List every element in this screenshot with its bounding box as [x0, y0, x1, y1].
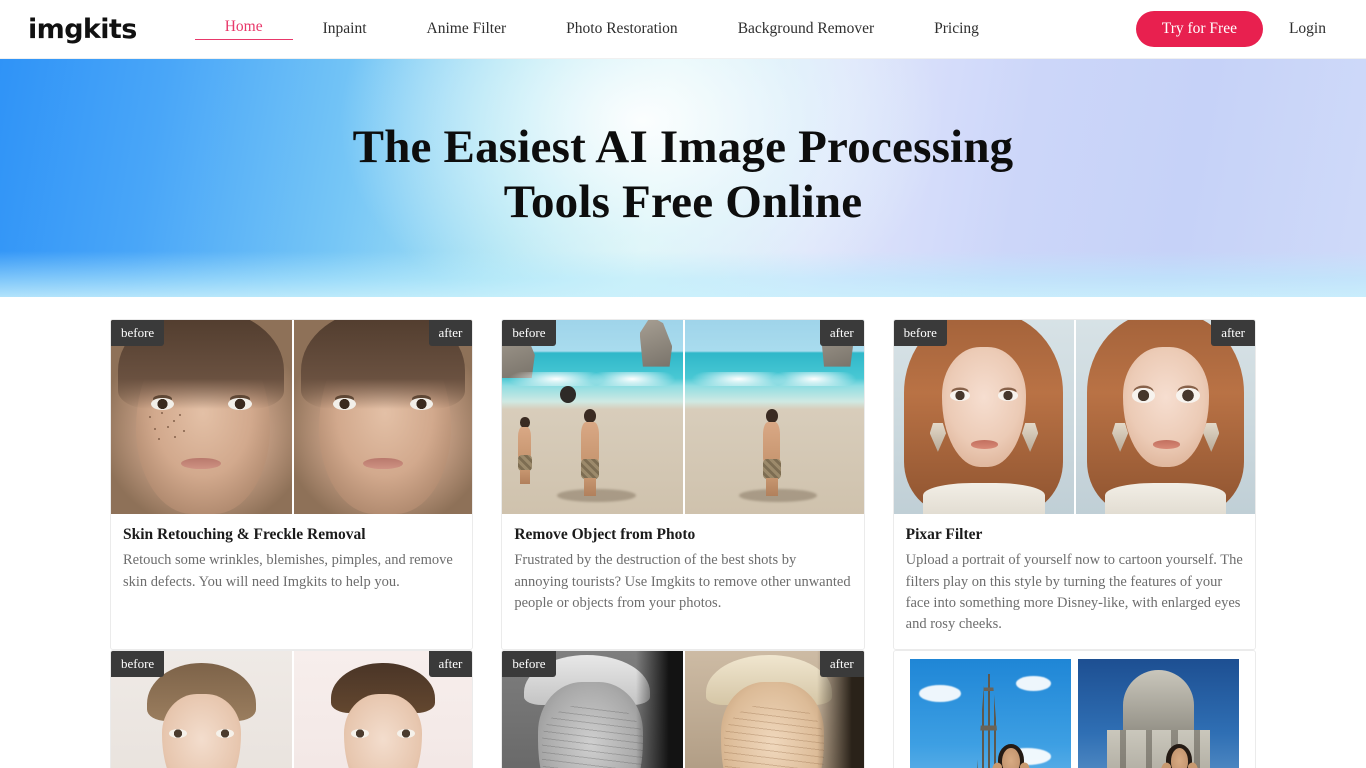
card-body: Skin Retouching & Freckle Removal Retouc… — [111, 514, 472, 649]
before-image: before — [111, 651, 292, 768]
hero-title-line-1: The Easiest AI Image Processing — [352, 120, 1014, 173]
card-body: Remove Object from Photo Frustrated by t… — [502, 514, 863, 649]
before-image — [909, 659, 1071, 768]
after-image: after — [291, 320, 473, 514]
card-title: Remove Object from Photo — [514, 526, 696, 543]
before-after-media[interactable] — [894, 651, 1255, 768]
after-image: after — [683, 651, 864, 768]
feature-card-grid-row-2: before after before after — [110, 650, 1256, 768]
login-link[interactable]: Login — [1289, 20, 1338, 38]
card-body: Pixar Filter Upload a portrait of yourse… — [894, 514, 1255, 649]
feature-card-remove-object[interactable]: before after Remove Object from Photo Fr… — [501, 319, 865, 650]
before-after-media[interactable]: before after — [502, 320, 864, 514]
nav-item-background-remover[interactable]: Background Remover — [708, 20, 904, 39]
try-for-free-button[interactable]: Try for Free — [1135, 10, 1263, 48]
badge-before: before — [111, 320, 165, 346]
before-image: before — [893, 320, 1075, 514]
after-image: after — [1074, 320, 1255, 514]
nav-item-home[interactable]: Home — [194, 18, 293, 40]
card-description: Frustrated by the destruction of the bes… — [514, 552, 851, 611]
hero-title-line-2: Tools Free Online — [503, 176, 863, 228]
nav-item-inpaint[interactable]: Inpaint — [293, 20, 397, 39]
main-navigation: Home Inpaint Anime Filter Photo Restorat… — [194, 18, 1009, 40]
feature-card-grid-row-1: before after Skin Retouching & Freckle R… — [110, 319, 1256, 650]
features-section: before after Skin Retouching & Freckle R… — [0, 297, 1366, 768]
card-description: Retouch some wrinkles, blemishes, pimple… — [123, 552, 453, 590]
after-image: after — [291, 651, 473, 768]
after-image: after — [683, 320, 864, 514]
beach-illustration-clean — [685, 320, 864, 514]
badge-before: before — [502, 651, 556, 677]
feature-card-pixar-filter[interactable]: before after Pixar Filter Upload a portr… — [892, 319, 1256, 650]
badge-before: before — [893, 320, 947, 346]
site-header: imgkits Home Inpaint Anime Filter Photo … — [0, 0, 1366, 59]
after-image — [1077, 659, 1239, 768]
header-actions: Try for Free Login — [1135, 10, 1338, 48]
redhead-portrait-illustration — [893, 320, 1075, 514]
hero-banner: The Easiest AI Image Processing Tools Fr… — [0, 59, 1366, 297]
badge-after: after — [819, 651, 864, 677]
before-image: before — [502, 651, 683, 768]
abbey-landmark-illustration — [1077, 659, 1239, 768]
redhead-portrait-cartoon — [1076, 320, 1255, 514]
before-after-media[interactable]: before after — [111, 651, 473, 768]
badge-after: after — [428, 320, 473, 346]
before-after-media[interactable]: before after — [893, 320, 1255, 514]
before-image: before — [502, 320, 683, 514]
nav-item-pricing[interactable]: Pricing — [904, 20, 1009, 39]
badge-after: after — [819, 320, 864, 346]
card-title: Pixar Filter — [905, 526, 983, 543]
beach-illustration — [502, 320, 683, 514]
page-title: The Easiest AI Image Processing Tools Fr… — [353, 120, 1014, 231]
feature-card-background-change[interactable] — [892, 650, 1256, 768]
feature-card-photo-colorize[interactable]: before after — [501, 650, 865, 768]
before-image: before — [111, 320, 292, 514]
feature-card-gender-swap[interactable]: before after — [110, 650, 474, 768]
before-after-media[interactable]: before after — [111, 320, 473, 514]
badge-before: before — [111, 651, 165, 677]
portrait-illustration-clean — [293, 320, 473, 514]
eiffel-tower-illustration — [909, 659, 1071, 768]
badge-before: before — [502, 320, 556, 346]
nav-item-photo-restoration[interactable]: Photo Restoration — [536, 20, 708, 39]
card-description: Upload a portrait of yourself now to car… — [905, 552, 1243, 632]
badge-after: after — [1211, 320, 1255, 346]
portrait-illustration — [111, 320, 292, 514]
nav-item-anime-filter[interactable]: Anime Filter — [397, 20, 537, 39]
card-title: Skin Retouching & Freckle Removal — [123, 526, 366, 543]
site-logo[interactable]: imgkits — [28, 16, 137, 43]
before-after-media[interactable]: before after — [502, 651, 864, 768]
feature-card-skin-retouching[interactable]: before after Skin Retouching & Freckle R… — [110, 319, 474, 650]
badge-after: after — [428, 651, 473, 677]
